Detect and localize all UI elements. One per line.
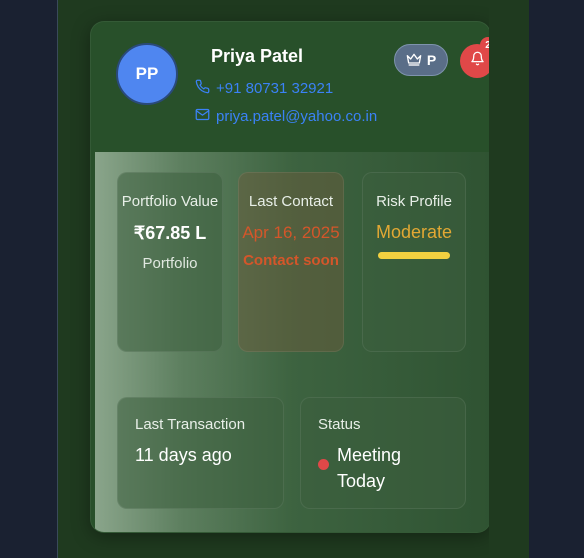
portfolio-value-amount: ₹67.85 L [133, 223, 207, 243]
mail-icon [195, 107, 210, 126]
risk-level-bar [378, 252, 450, 259]
phone-link[interactable]: +91 80731 32921 [195, 79, 333, 98]
last-transaction-box: Last Transaction 11 days ago [117, 397, 284, 509]
last-contact-label: Last Contact [248, 193, 334, 210]
tier-label: P [426, 52, 437, 68]
last-transaction-label: Last Transaction [135, 416, 246, 433]
last-contact-warning: Contact soon [243, 252, 339, 269]
email-text: priya.patel@yahoo.co.in [216, 108, 378, 125]
last-transaction-value: 11 days ago [135, 445, 232, 465]
last-contact-stat: Last Contact Apr 16, 2025 Contact soon [238, 172, 344, 352]
email-link[interactable]: priya.patel@yahoo.co.in [195, 107, 377, 126]
status-dot [318, 459, 329, 470]
last-contact-date: Apr 16, 2025 [242, 223, 340, 242]
portfolio-value-sub: Portfolio [142, 255, 198, 272]
status-label: Status [318, 416, 361, 433]
tier-badge[interactable]: P [394, 44, 448, 76]
avatar[interactable]: PP [116, 43, 178, 105]
risk-profile-stat: Risk Profile Moderate [362, 172, 466, 352]
portfolio-value-label: Portfolio Value [121, 193, 219, 210]
phone-text: +91 80731 32921 [216, 80, 334, 97]
bell-icon [470, 51, 485, 71]
phone-icon [195, 79, 210, 98]
crown-icon [406, 52, 422, 69]
status-value: Meeting Today [337, 445, 402, 491]
risk-profile-value: Moderate [375, 222, 453, 242]
portfolio-value-stat: Portfolio Value ₹67.85 L Portfolio [117, 172, 223, 352]
client-name: Priya Patel [211, 46, 304, 66]
panel-edge [489, 0, 529, 558]
risk-profile-label: Risk Profile [376, 193, 452, 210]
status-box: Status Meeting Today [300, 397, 466, 509]
